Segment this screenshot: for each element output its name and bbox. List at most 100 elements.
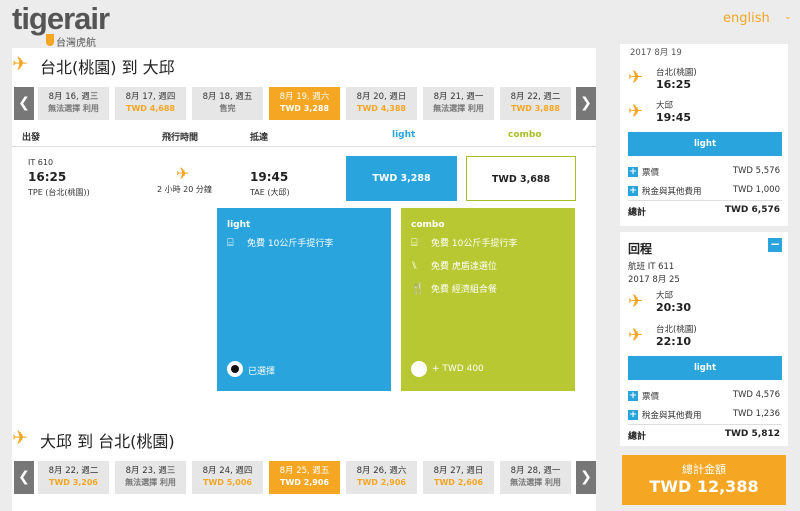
collapse-button[interactable]: − <box>768 238 782 252</box>
column-light: light <box>392 130 416 140</box>
date-option[interactable]: 8月 22, 週二 TWD 3,888 <box>500 87 571 120</box>
date-label: 8月 22, 週二 <box>48 466 99 476</box>
return-date: 2017 8月 25 <box>628 275 680 285</box>
bag-icon: ⌸ <box>411 236 418 249</box>
combo-fare-panel[interactable]: combo ⌸ 免費 10公斤手提行李 ⑊ 免費 虎盾達選位 🍴 免費 經濟組合餐 + T… <box>401 208 575 391</box>
date-option[interactable]: 8月 19, 週六 TWD 3,288 <box>269 87 340 120</box>
outbound-summary: 2017 8月 19 ✈ 台北(桃園) 16:25 ✈ 大邱 19:45 lig… <box>620 44 788 226</box>
bag-icon: ⌸ <box>227 236 234 249</box>
date-option[interactable]: 8月 21, 週一 無法選擇 利用 <box>423 87 494 120</box>
return-heading: 回程 <box>628 242 653 256</box>
date-price: 無法選擇 利用 <box>48 104 99 113</box>
plus-icon[interactable]: + <box>628 186 638 196</box>
return-dep-time: 20:30 <box>656 301 692 314</box>
plane-landing-icon: ✈ <box>628 325 644 346</box>
flight-duration: 2 小時 20 分鐘 <box>157 185 212 194</box>
date-label: 8月 26, 週六 <box>356 466 407 476</box>
tax-amount: TWD 1,236 <box>732 409 780 419</box>
date-option[interactable]: 8月 22, 週二 TWD 3,206 <box>38 461 109 494</box>
date-option[interactable]: 8月 18, 週五 售完 <box>192 87 263 120</box>
return-total-label: 總計 <box>628 432 647 442</box>
plus-icon[interactable]: + <box>628 167 638 177</box>
date-option[interactable]: 8月 16, 週三 無法選擇 利用 <box>38 87 109 120</box>
return-arr-time: 22:10 <box>656 335 692 348</box>
tax-label: 稅金與其他費用 <box>642 411 702 421</box>
summary-outbound-date: 2017 8月 19 <box>630 48 682 58</box>
column-duration: 飛行時間 <box>162 133 199 143</box>
column-arrive: 抵達 <box>250 133 269 143</box>
combo-fare-button[interactable]: TWD 3,688 <box>466 156 576 201</box>
tax-amount: TWD 1,000 <box>732 185 780 195</box>
plane-return-icon: ✈ <box>12 427 28 449</box>
return-total-amount: TWD 5,812 <box>724 429 780 439</box>
plane-takeoff-icon: ✈ <box>12 53 28 75</box>
date-label: 8月 21, 週一 <box>433 92 484 102</box>
date-option[interactable]: 8月 20, 週日 TWD 4,388 <box>346 87 417 120</box>
date-option[interactable]: 8月 25, 週五 TWD 2,906 <box>269 461 340 494</box>
next-date-button[interactable]: ❯ <box>576 87 596 120</box>
prev-date-button[interactable]: ❮ <box>14 87 34 120</box>
return-fare-button[interactable]: light <box>628 356 782 380</box>
grand-total-amount: TWD 12,388 <box>649 477 759 496</box>
date-option[interactable]: 8月 26, 週六 TWD 2,906 <box>346 461 417 494</box>
date-price: 無法選擇 利用 <box>510 478 561 487</box>
light-radio-label: 已選擇 <box>248 367 276 377</box>
date-label: 8月 22, 週二 <box>510 92 561 102</box>
date-label: 8月 24, 週四 <box>202 466 253 476</box>
light-radio[interactable] <box>227 361 243 377</box>
summary-fare-button[interactable]: light <box>628 132 782 156</box>
column-combo: combo <box>508 130 542 140</box>
return-prev-date-button[interactable]: ❮ <box>14 461 34 494</box>
feature-text: 免費 10公斤手提行李 <box>247 239 334 249</box>
plane-takeoff-icon: ✈ <box>628 291 644 312</box>
departure-time: 16:25 <box>28 170 67 184</box>
date-option[interactable]: 8月 24, 週四 TWD 5,006 <box>192 461 263 494</box>
date-price: TWD 3,288 <box>279 104 329 113</box>
seat-icon: ⑊ <box>411 259 418 272</box>
tax-label: 稅金與其他費用 <box>642 187 702 197</box>
arrival-time: 19:45 <box>250 170 289 184</box>
date-label: 8月 19, 週六 <box>279 92 330 102</box>
date-option[interactable]: 8月 27, 週日 TWD 2,606 <box>423 461 494 494</box>
departure-airport: TPE (台北(桃園)) <box>28 188 90 197</box>
date-label: 8月 28, 週一 <box>510 466 561 476</box>
light-fare-button[interactable]: TWD 3,288 <box>346 156 457 201</box>
outbound-route-title: 台北(桃園) 到 大邱 <box>40 58 175 77</box>
date-price: TWD 2,906 <box>279 478 329 487</box>
brand-wordmark: tigerair <box>12 1 110 36</box>
fare-amount: TWD 4,576 <box>732 390 780 400</box>
combo-radio[interactable] <box>411 361 427 377</box>
divider <box>628 424 782 425</box>
fare-feature: ⑊ 免費 虎盾達選位 <box>411 259 497 272</box>
plus-icon[interactable]: + <box>628 410 638 420</box>
combo-radio-label: + TWD 400 <box>432 364 484 374</box>
date-label: 8月 16, 週三 <box>48 92 99 102</box>
date-label: 8月 20, 週日 <box>356 92 407 102</box>
divider <box>12 146 596 147</box>
summary-arr-time: 19:45 <box>656 111 692 124</box>
date-option[interactable]: 8月 28, 週一 無法選擇 利用 <box>500 461 571 494</box>
outbound-total-label: 總計 <box>628 208 647 218</box>
arrival-airport: TAE (大邱) <box>250 188 290 197</box>
date-option[interactable]: 8月 23, 週三 無法選擇 利用 <box>115 461 186 494</box>
booking-page: tigerair 台灣虎航 english ⌄ ✈ 台北(桃園) 到 大邱 ❮ … <box>0 0 800 511</box>
summary-arr-port: 大邱 <box>656 101 674 111</box>
language-selector[interactable]: english <box>723 11 770 26</box>
date-label: 8月 18, 週五 <box>202 92 253 102</box>
plus-icon[interactable]: + <box>628 391 638 401</box>
light-fare-panel[interactable]: light ⌸ 免費 10公斤手提行李 已選擇 <box>217 208 391 391</box>
column-depart: 出發 <box>22 133 41 143</box>
chevron-down-icon[interactable]: ⌄ <box>784 12 792 22</box>
tigerair-logo[interactable]: tigerair 台灣虎航 <box>12 1 122 49</box>
outbound-section: ✈ 台北(桃園) 到 大邱 ❮ 8月 16, 週三 無法選擇 利用 8月 17, 週… <box>12 48 596 414</box>
plane-takeoff-icon: ✈ <box>628 67 644 88</box>
return-next-date-button[interactable]: ❯ <box>576 461 596 494</box>
fare-label: 票價 <box>642 392 660 402</box>
return-summary: 回程 − 航班 IT 611 2017 8月 25 ✈ 大邱 20:30 ✈ 台… <box>620 232 788 446</box>
date-price: 無法選擇 利用 <box>433 104 484 113</box>
outbound-total-amount: TWD 6,576 <box>724 205 780 215</box>
tiger-stripe-icon <box>46 34 54 46</box>
date-price: TWD 3,206 <box>48 478 98 487</box>
date-option[interactable]: 8月 17, 週四 TWD 4,688 <box>115 87 186 120</box>
date-label: 8月 27, 週日 <box>433 466 484 476</box>
